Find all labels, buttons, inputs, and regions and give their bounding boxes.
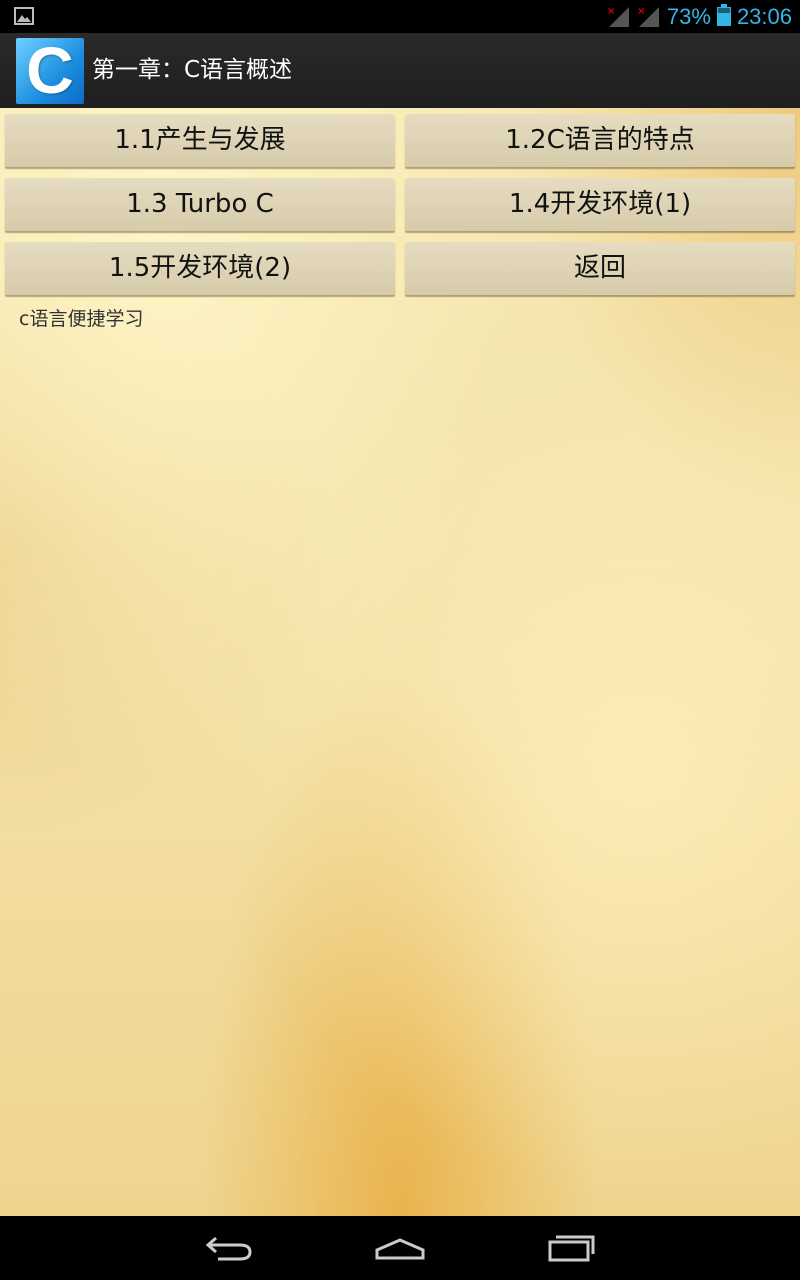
section-1-1-button[interactable]: 1.1产生与发展 [5, 114, 395, 167]
signal-no-service-icon: × [607, 5, 631, 29]
section-1-5-button[interactable]: 1.5开发环境(2) [5, 242, 395, 295]
signal-no-service-icon: × [637, 5, 661, 29]
action-bar: C 第一章：C语言概述 [0, 33, 800, 110]
svg-text:×: × [637, 6, 645, 17]
status-bar: × × 73% 23:06 [0, 0, 800, 33]
svg-text:×: × [607, 6, 615, 17]
section-1-3-button[interactable]: 1.3 Turbo C [5, 178, 395, 231]
home-icon[interactable] [374, 1230, 426, 1270]
battery-icon [716, 3, 731, 30]
page-title: 第一章：C语言概述 [92, 57, 293, 83]
section-1-4-button[interactable]: 1.4开发环境(1) [405, 178, 795, 231]
battery-percent: 73% [666, 3, 711, 29]
app-icon[interactable]: C [16, 38, 84, 104]
section-1-2-button[interactable]: 1.2C语言的特点 [405, 114, 795, 167]
navigation-bar [0, 1216, 800, 1280]
back-button[interactable]: 返回 [405, 242, 795, 295]
content-area: 1.1产生与发展 1.2C语言的特点 1.3 Turbo C 1.4开发环境(1… [0, 108, 800, 1216]
image-notification-icon [14, 7, 34, 29]
recent-apps-icon[interactable] [546, 1230, 596, 1270]
footer-text: c语言便捷学习 [19, 308, 144, 330]
clock: 23:06 [736, 3, 792, 29]
back-icon[interactable] [204, 1230, 254, 1270]
app-icon-letter: C [26, 38, 74, 104]
